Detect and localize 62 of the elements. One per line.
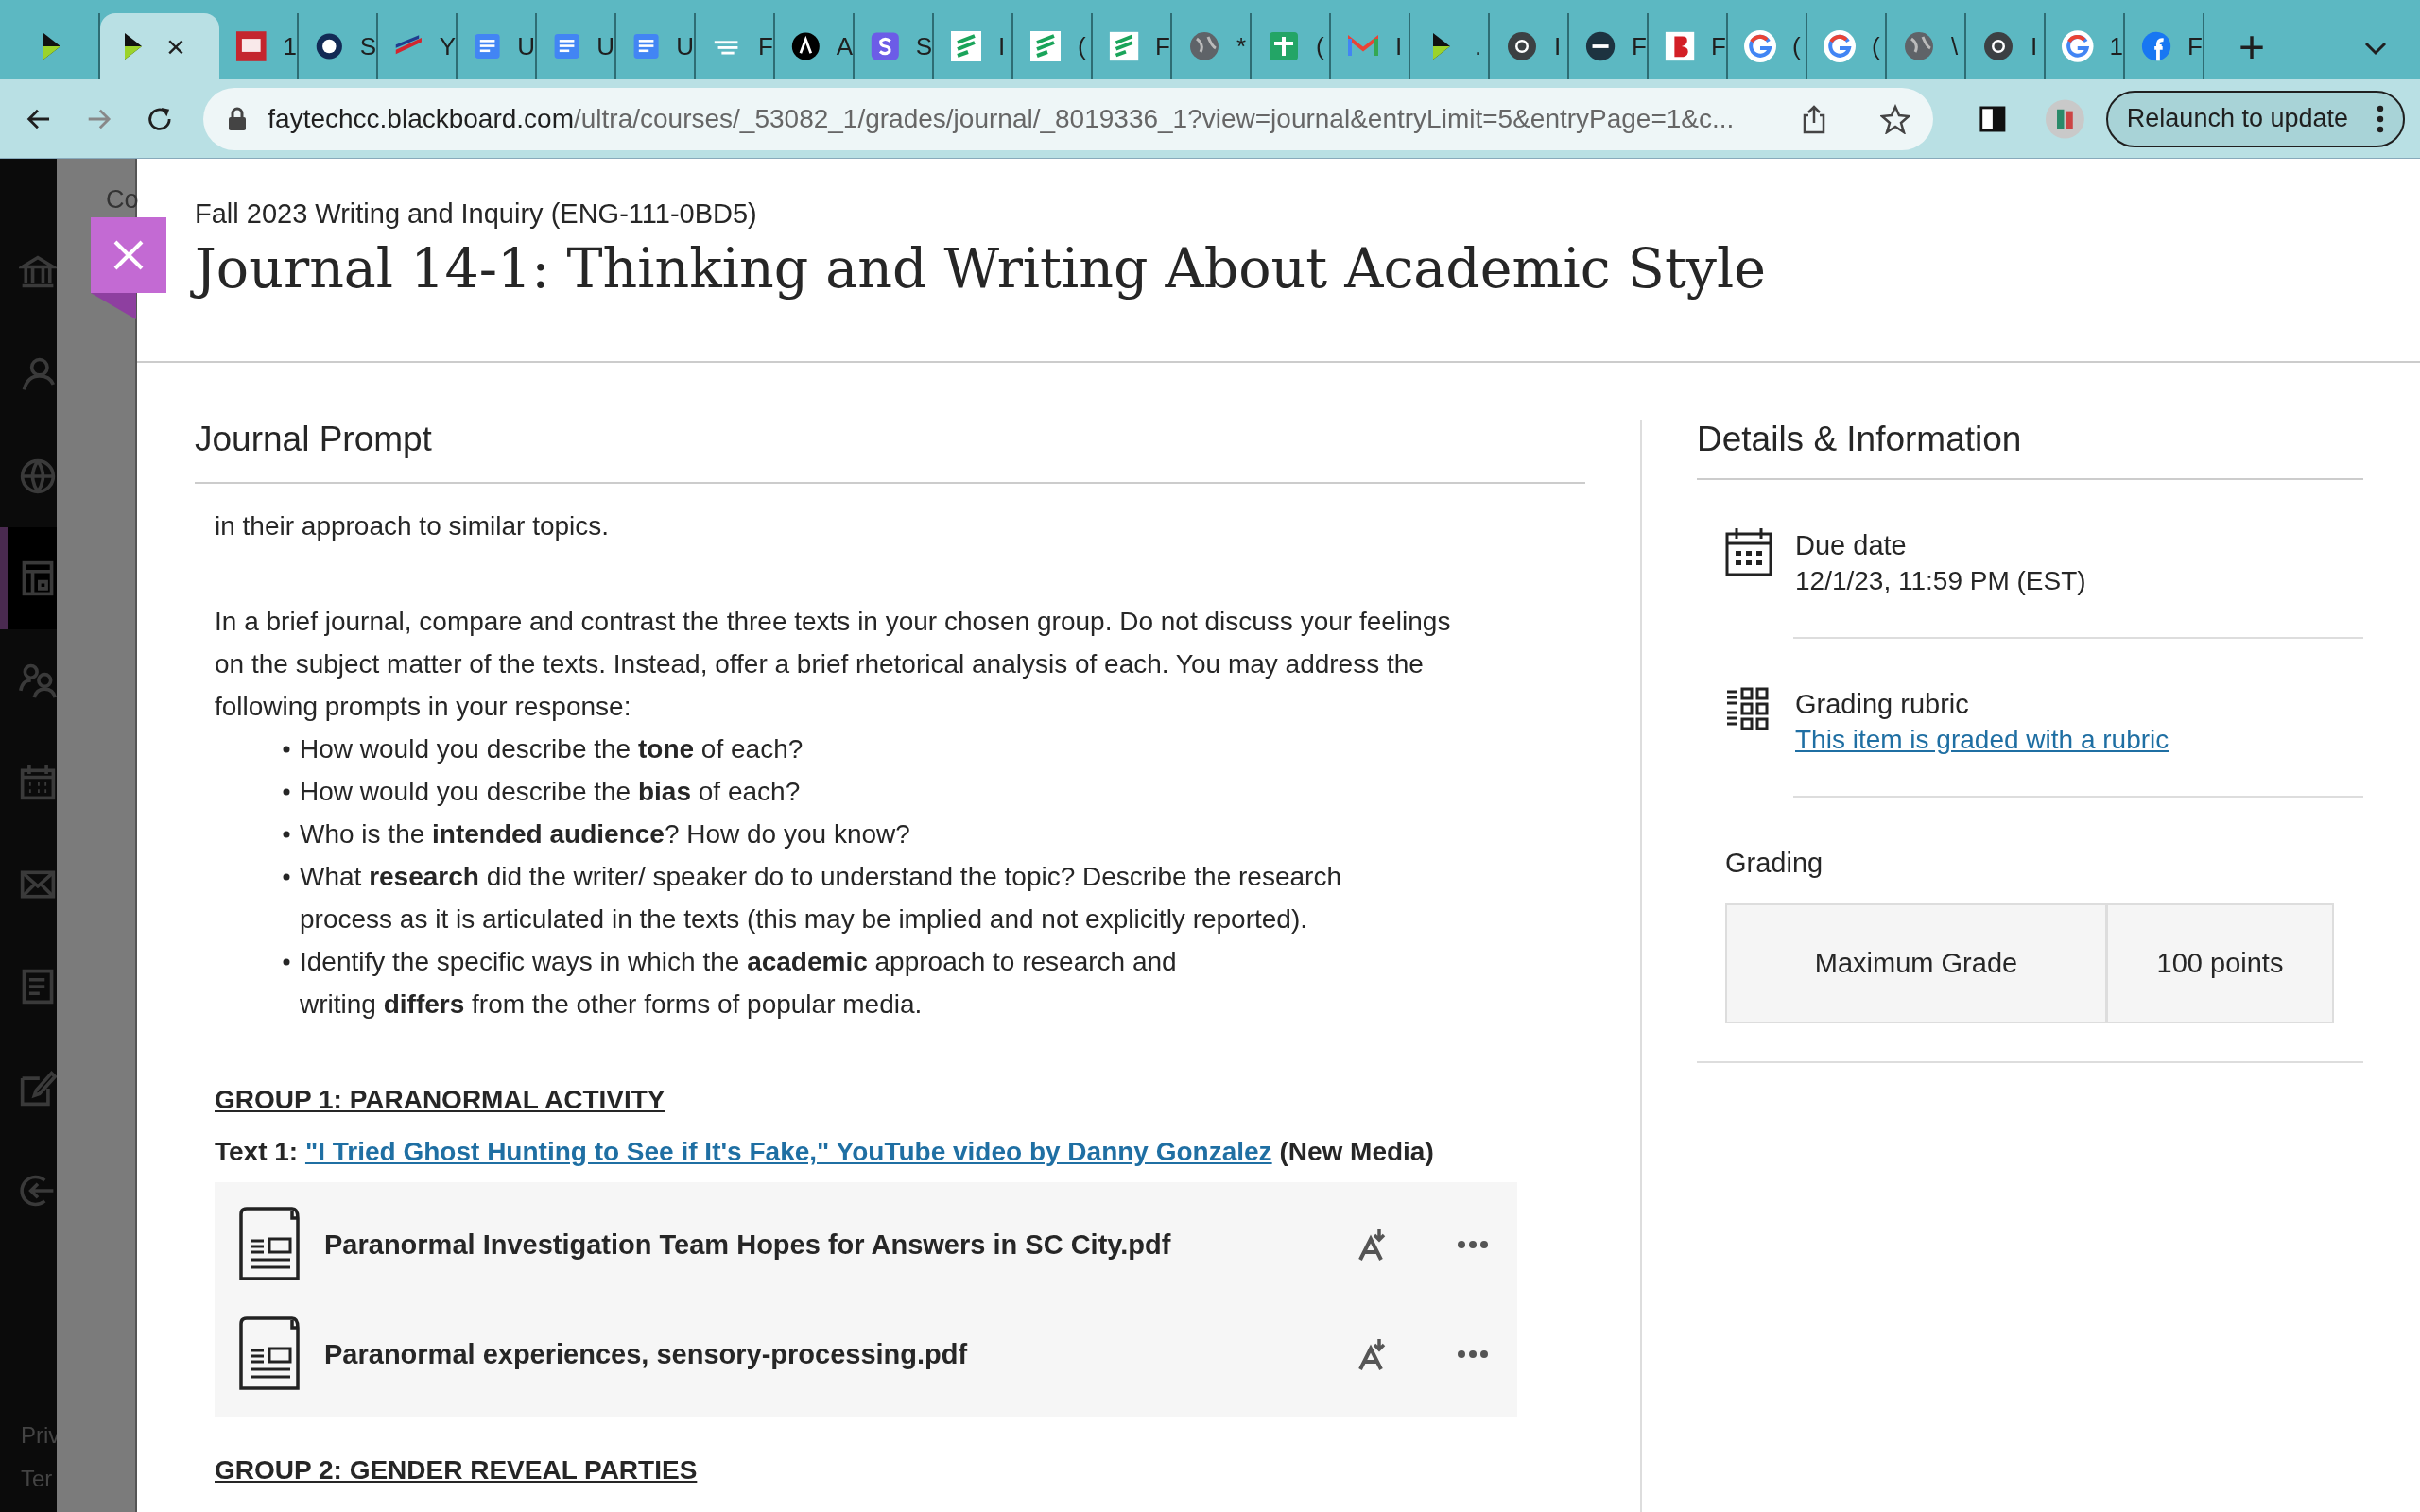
close-button[interactable] <box>91 217 166 293</box>
section-heading: Details & Information <box>1697 420 2363 480</box>
square-icon <box>870 29 901 63</box>
more-icon[interactable] <box>1457 1240 1489 1249</box>
google-icon <box>1823 29 1857 63</box>
rubric-link[interactable]: This item is graded with a rubric <box>1795 725 2169 754</box>
stripes-icon <box>1028 29 1063 63</box>
bullet-text: Who is the intended audience? How do you know? <box>300 819 910 849</box>
prompt-paragraph: In a brief journal, compare and contrast the three texts in your chosen group. Do not discuss your feelings on the subject matter of the texts. Instead, offer a brief rhetorical analysis of each. You may address the following prompts in your response: <box>215 606 1452 723</box>
lock-icon <box>228 106 248 131</box>
star-icon[interactable] <box>1880 103 1911 134</box>
square-icon <box>1664 29 1697 63</box>
bullet-text: How would you describe the bias of each? <box>300 777 801 806</box>
google-icon <box>1743 29 1777 63</box>
bullet-icon <box>283 831 290 838</box>
globe-icon <box>1902 29 1936 63</box>
url-text: faytechcc.blackboard.com/ultra/courses/_53082_1/grades/journal/_8019336_1?view=journal&entryLimit=5&entryPage=1&c... <box>268 103 1736 134</box>
bullet-icon <box>283 746 290 753</box>
plus-icon <box>1267 29 1301 63</box>
file-name[interactable]: Paranormal Investigation Team Hopes for Answers in SC City.pdf <box>324 1223 1336 1266</box>
field-label: Due date <box>1795 529 1908 562</box>
bullet-text: Identify the specific ways in which the academic approach to research and writing differs from the other forms of popular media. <box>300 947 1177 1019</box>
ribbon-fold-icon <box>91 293 136 319</box>
chevron-down-icon[interactable] <box>2363 41 2388 56</box>
chrome-icon <box>1505 29 1539 63</box>
calendar-icon <box>1725 527 1772 576</box>
field-label: Grading <box>1725 847 1824 880</box>
bullet-icon <box>283 873 290 881</box>
stripes-icon <box>1108 29 1141 63</box>
prompt-paragraph: in their approach to similar topics. <box>215 510 611 542</box>
close-tab-button[interactable]: × <box>166 30 185 62</box>
course-name: Fall 2023 Writing and Inquiry (ENG-111-0BD5) <box>195 198 758 230</box>
circle-icon <box>1584 29 1617 63</box>
table-cell: Maximum Grade <box>1727 905 2108 1022</box>
table-cell-text: 100 points <box>2155 947 2285 980</box>
bullet-text: How would you describe the tone of each? <box>300 734 804 764</box>
section-heading: Journal Prompt <box>195 420 1585 484</box>
page-title: Journal 14-1: Thinking and Writing About Academic Style <box>187 230 1773 308</box>
square-icon <box>234 29 268 63</box>
relaunch-button[interactable]: Relaunch to update <box>2105 90 2406 147</box>
due-date: 12/1/23, 11:59 PM (EST) <box>1795 565 2086 597</box>
google-icon <box>2061 29 2095 63</box>
stripes-icon <box>949 29 983 63</box>
facebook-icon <box>2140 29 2173 63</box>
globe-icon <box>1187 29 1221 63</box>
file-name[interactable]: Paranormal experiences, sensory-processing.pdf <box>324 1332 1336 1376</box>
browser-tab[interactable]: × <box>100 13 219 79</box>
more-icon[interactable] <box>1457 1349 1489 1359</box>
bullet-icon <box>283 958 290 966</box>
field-label: Grading rubric <box>1795 688 1970 721</box>
bullet-text: What research did the writer/ speaker do to understand the topic? Describe the research process as it is articulated in the texts (this may be implied and not explicitly reported). <box>300 862 1341 934</box>
address-bar[interactable]: faytechcc.blackboard.com/ultra/courses/_53082_1/grades/journal/_8019336_1?view=journal&entryLimit=5&entryPage=1&c... <box>203 87 1934 150</box>
source-line: Text 1: "I Tried Ghost Hunting to See if It's Fake," YouTube video by Danny Gonzalez (New Media) <box>215 1136 1435 1168</box>
source-link[interactable]: "I Tried Ghost Hunting to See if It's Fake," YouTube video by Danny Gonzalez <box>304 1137 1272 1166</box>
new-tab-button[interactable]: + <box>2225 25 2279 70</box>
group-heading: GROUP 1: PARANORMAL ACTIVITY <box>215 1084 666 1116</box>
nav-item[interactable] <box>0 527 57 629</box>
bullet-icon <box>283 788 290 796</box>
chrome-icon <box>1981 29 2015 63</box>
more-icon[interactable] <box>2377 104 2385 133</box>
group-heading: GROUP 2: GENDER REVEAL PARTIES <box>215 1454 698 1486</box>
close-icon[interactable] <box>112 239 145 271</box>
